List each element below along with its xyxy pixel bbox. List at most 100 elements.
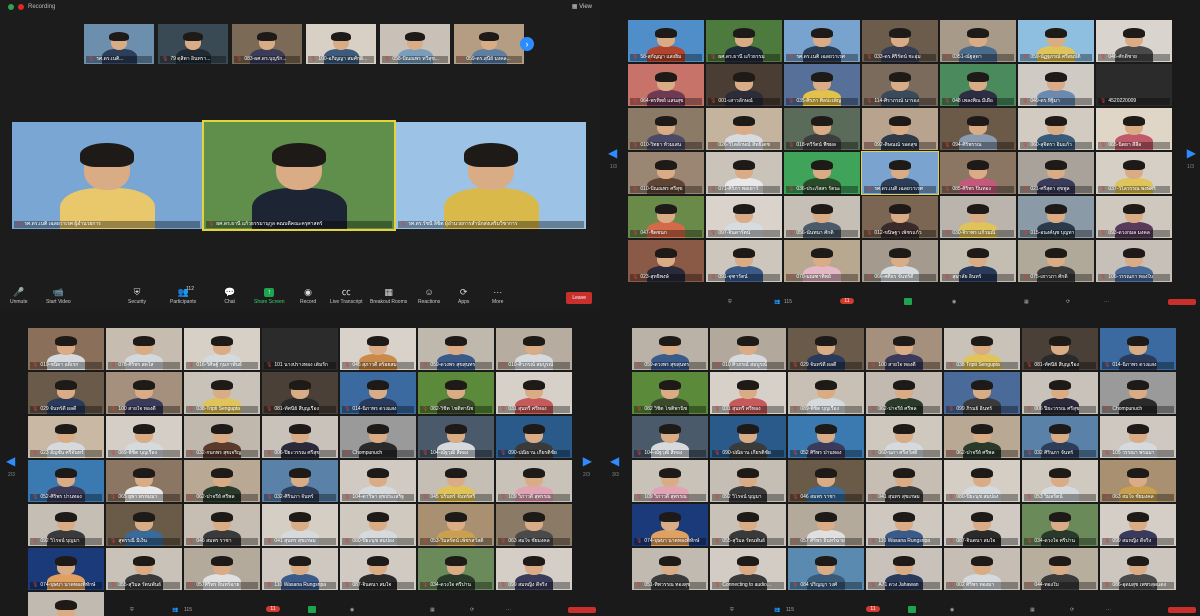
view-button[interactable]: ▦ View (572, 3, 592, 10)
participant-video-tile[interactable]: 🎙 087-จินตนา สมใจ (944, 504, 1020, 546)
participant-video-tile[interactable]: 🎙 049-ดร.ทิฐิมา (1018, 64, 1094, 106)
participant-video-tile[interactable]: 🎙 110 Wasana Rungsripa (866, 504, 942, 546)
participant-video-tile[interactable]: 🎙 029 จันทร์ดี ผลดี (28, 372, 104, 414)
participant-video-tile[interactable]: 🎙 099 สมหญิง ดีจริง (496, 548, 572, 590)
leave-button[interactable]: Leave (566, 292, 592, 304)
participant-video-tile[interactable]: 🎙 092-ดิษณณ์ รอดสุข (862, 108, 938, 150)
participant-video-tile[interactable]: 🎙 010-ศิวภรณ์ สมบูรณ์ (496, 328, 572, 370)
participant-video-tile[interactable]: 🎙 029 จันทร์ดี ผลดี (788, 328, 864, 370)
participant-video-tile[interactable]: 🎙 018-ทวีรัตน์ พืชผล (784, 108, 860, 150)
participant-video-tile[interactable]: 🎙 082 วิชิต โชติพานิช (632, 372, 708, 414)
more-icon[interactable]: ··· (506, 607, 511, 613)
participant-video-tile[interactable]: 🎙 093-ดวงกมล มงคล (1096, 196, 1172, 238)
participant-video-tile[interactable]: 🎙 048 เพลงพิณ มีเผือ (940, 64, 1016, 106)
participant-video-tile[interactable]: 🎙 060-นภา ศรีสวัสดิ์ (866, 416, 942, 458)
participant-video-tile[interactable]: 🎙 090-ปณิธาน เกียรติชัย (496, 416, 572, 458)
participant-video-tile[interactable]: 🎙 58-สุกัญญา แสงยิ้ม (628, 20, 704, 62)
participant-video-tile[interactable]: 🎙 090-ปณิธาน เกียรติชัย (710, 416, 786, 458)
unmute-button[interactable]: 🎤 Unmute (10, 288, 28, 306)
participant-video-tile[interactable]: 🎙 084 ปริญญา วงศ์ (788, 548, 864, 590)
security-button[interactable]: ⛨ Security (128, 288, 146, 306)
record-icon[interactable]: ◉ (952, 299, 956, 305)
participant-video-tile[interactable]: 🎙 104-ณัฐวุฒิ สีทอง (418, 416, 494, 458)
participant-video-tile[interactable]: 🎙 015-อนงค์นุช บุญทา (1018, 196, 1094, 238)
breakout-rooms-button[interactable]: ▦ Breakout Rooms (370, 288, 407, 306)
participant-video-tile[interactable]: 🎙 036-ประภัสสร รัตนะ (784, 152, 860, 194)
participant-video-tile[interactable]: 🎙 065 ยุพา พรหมมา (106, 460, 182, 502)
participant-video-tile[interactable]: 🎙 070-มณฑาทิพย์ (784, 240, 860, 282)
participant-video-tile[interactable]: 🎙 รศ.ดร.เนติ เฉลยวาเรศ (784, 20, 860, 62)
apps-icon[interactable]: ⟳ (470, 607, 474, 613)
live-transcript-button[interactable]: ㏄ Live Transcript (330, 288, 363, 306)
share-screen-icon[interactable] (308, 606, 316, 613)
participant-video-tile[interactable]: 🎙 รศ.ดร.รัชนี ลิขิต ผู้อำนวยการสำนักส่งเส… (396, 122, 586, 229)
participant-video-tile[interactable]: 🎙 087-จินตนา สมใจ (340, 548, 416, 590)
participant-video-tile[interactable]: 🎙 4520220009 (1096, 64, 1172, 106)
participant-video-tile[interactable]: 🎙 062-ปาจรีย์ ศรีพล (184, 460, 260, 502)
participant-video-tile[interactable]: 🎙 รศ.ดร.เนติ เฉลยวาเรศ ผู้อำนวยการ (12, 122, 202, 229)
participant-video-tile[interactable]: 🎙 064-พรทิพย์ แสนสุข (628, 64, 704, 106)
share-screen-button[interactable]: ↑ Share Screen (254, 288, 285, 305)
participant-video-tile[interactable]: 🎙 060-สุจิตรา อิ่มแก้ว (1018, 108, 1094, 150)
participant-video-tile[interactable]: 🎙 075-เยาวภา ศักดิ์ (1018, 240, 1094, 282)
participant-video-tile[interactable]: 🎙 026-วิไลลักษณ์ สิทธิเดช (706, 108, 782, 150)
recording-indicator[interactable]: Recording (8, 4, 55, 10)
participant-video-tile[interactable]: 🎙 109 วิภาวดี สุพรรณ (496, 460, 572, 502)
participant-video-tile[interactable]: 🎙 041 สุนทร สุขเกษม (262, 504, 338, 546)
participant-video-tile[interactable]: 🎙 101 นางปรางทอง เต็มรัก (262, 328, 338, 370)
participant-video-tile[interactable]: 🎙 099 ภิรมย์ อินทร์ (944, 372, 1020, 414)
participant-video-tile[interactable]: 🎙 038 Tripti Sengupta (944, 328, 1020, 370)
participant-video-tile[interactable]: 🎙 071-ศิริภา พลเยาว์ (706, 152, 782, 194)
participant-video-tile[interactable]: 🎙 046 สมพร ราชา (184, 504, 260, 546)
participant-video-tile[interactable]: 🎙 045 นรินทร์ จันทร์ศรี (418, 460, 494, 502)
breakout-icon[interactable]: ▦ (1030, 607, 1035, 613)
participant-video-tile[interactable]: 🎙 066-ศศิธร จันทร์ดี (862, 240, 938, 282)
participant-video-tile[interactable]: 🎙 055-สุวิมล รัตนพันธ์ (106, 548, 182, 590)
apps-icon[interactable]: ⟳ (1066, 299, 1070, 305)
participant-video-tile[interactable]: 🎙 089-พิชิต บุญเรือง (106, 416, 182, 458)
chat-badge[interactable]: 11 (840, 298, 854, 304)
participants-icon[interactable]: 👥 (774, 299, 780, 305)
participant-video-tile[interactable]: 🎙 097-จินดารัตน์ (706, 196, 782, 238)
participant-video-tile[interactable]: 🎙 083-ผศ.ดร.บุญรัก... (232, 24, 302, 64)
share-screen-icon[interactable] (908, 606, 916, 613)
participant-video-tile[interactable]: 🎙 100 สายใจ ทองดี (106, 372, 182, 414)
participant-video-tile[interactable]: 🎙 062-ปาจรีย์ ศรีพล (944, 416, 1020, 458)
participant-video-tile[interactable]: 🎙 019-ชนิดา อดิเรก (28, 328, 104, 370)
participant-video-tile[interactable]: 🎙 059-ดวงพร สุขสุนทร (632, 328, 708, 370)
security-icon[interactable]: ⛨ (730, 607, 734, 613)
participant-video-tile[interactable]: 🎙 047-ชิดชนก (628, 196, 704, 238)
participant-video-tile[interactable]: 🎙 สุพรรณี มีเงิน (106, 504, 182, 546)
participant-video-tile[interactable]: 🎙 052 ศิริพร ปานทอง (788, 416, 864, 458)
participant-video-tile[interactable]: 🎙 Connecting to audio... (710, 548, 786, 590)
participant-video-tile[interactable]: 🎙 032 ศิรินภา จันทร์ (1022, 416, 1098, 458)
participants-button[interactable]: 👥 112 Participants (170, 286, 196, 305)
participant-video-tile[interactable]: 🎙 034-ดวงใจ ศรีปาน (418, 548, 494, 590)
participant-video-tile[interactable]: 🎙 057ศิริพร อินทร์ฉาย (184, 548, 260, 590)
participant-video-tile[interactable]: 🎙 041 สุนทร สุขเกษม (866, 460, 942, 502)
participant-video-tile[interactable]: 🎙 006 ปิยะวรรณ ศรีสุข (1022, 372, 1098, 414)
participant-video-tile[interactable]: 🎙051-ทิพวรรณ ทองสุข (632, 548, 708, 590)
participant-video-tile[interactable]: 🎙 034-ดวงใจ ศรีปาน (1022, 504, 1098, 546)
participant-video-tile[interactable]: 🎙 058-ปัณณพร ทวีสุข... (380, 24, 450, 64)
participant-video-tile[interactable]: 🎙 006-ปิยะวรรณ ศรีสุข (262, 416, 338, 458)
participant-video-tile[interactable]: 🎙 081-ทัศนีย์ สีบุญเรือง (1022, 328, 1098, 370)
participant-video-tile[interactable]: 🎙 099 สมหญิง ดีจริง (1100, 504, 1176, 546)
apps-icon[interactable]: ⟳ (1070, 607, 1074, 613)
participant-video-tile[interactable]: 🎙 080-ปิยะนุช สมปอง (944, 460, 1020, 502)
participant-video-tile[interactable]: 🎙 010-ปัณณพร ศรีสุข (628, 152, 704, 194)
previous-page-arrow-icon[interactable]: ◀ (6, 454, 15, 468)
participant-video-tile[interactable]: 🎙 010 ศิวภรณ์ สมบูรณ์ (710, 328, 786, 370)
participant-video-tile[interactable]: 🎙 037-วิไลวรรณ พงษ์ศิริ (1096, 152, 1172, 194)
participant-video-tile[interactable]: 🎙 091-จุฑารัตน์ (706, 240, 782, 282)
participant-video-tile[interactable]: 🎙 038-Tripti Sengupta (184, 372, 260, 414)
participant-video-tile[interactable]: 🎙 A71 ดวง Jahawan (866, 548, 942, 590)
participant-video-tile[interactable]: 🎙 059-ดร.สุนีย์ มงคล... (454, 24, 524, 64)
participant-video-tile[interactable]: 🎙 110 Wasana Rungsripa (262, 548, 338, 590)
record-icon[interactable]: ◉ (950, 607, 954, 613)
participant-video-tile[interactable]: 🎙 031 สุนทรี ศรีทอง (710, 372, 786, 414)
chat-button[interactable]: 💬 Chat (224, 288, 235, 306)
participant-video-tile[interactable]: 🎙 ผศ.ดร.ธานี แก้วธรรมานุกูล คณบดีคณะครุศา… (202, 120, 396, 231)
participant-video-tile[interactable]: 🎙 059-นัฏฐภรณ์ ศรีสมบัติ (1018, 20, 1094, 62)
participant-video-tile[interactable]: 🎙 056-นันทนา ศักดิ์ (784, 196, 860, 238)
